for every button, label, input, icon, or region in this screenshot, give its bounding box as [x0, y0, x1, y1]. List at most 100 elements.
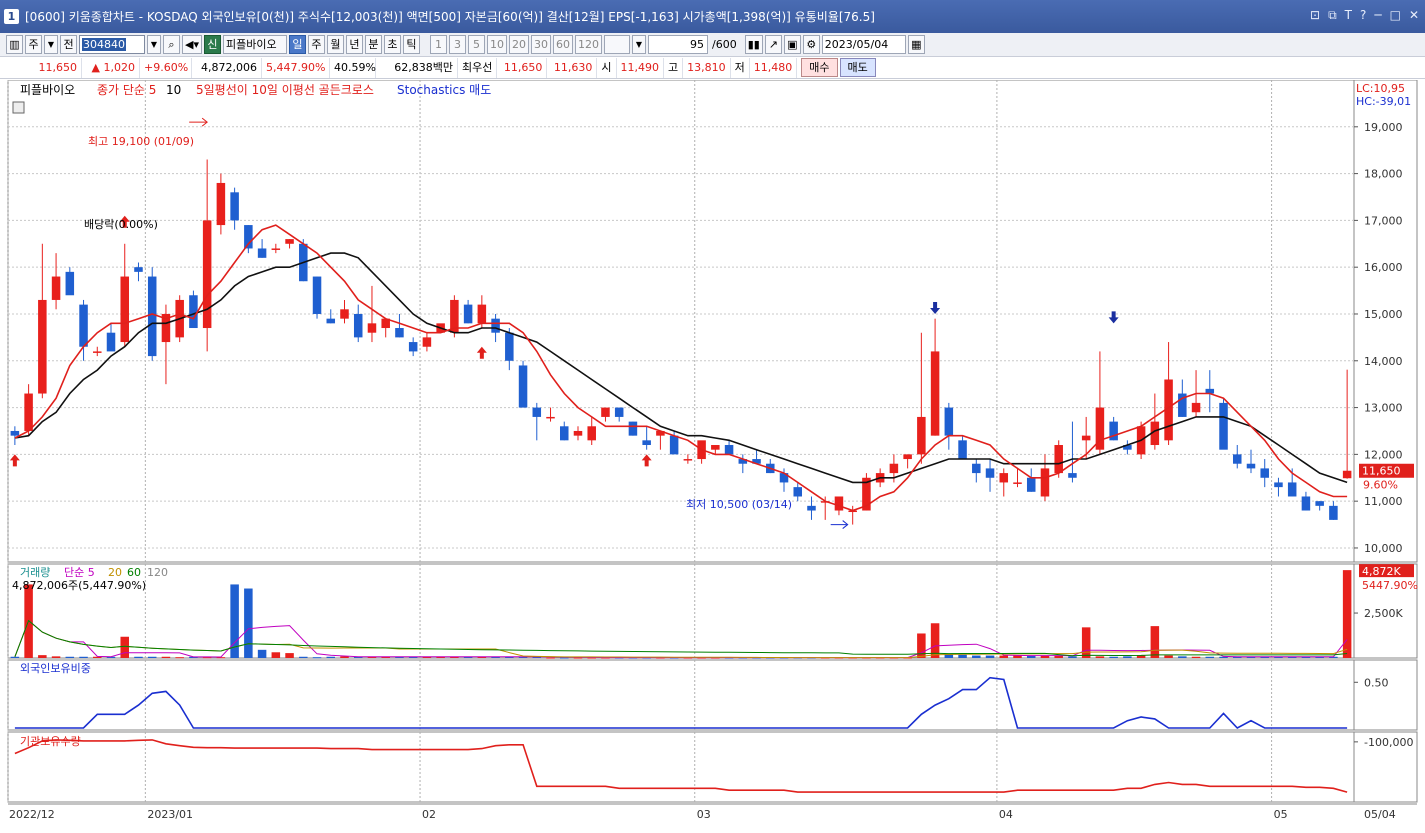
candle-body [930, 351, 940, 436]
legend-stochastics: Stochastics 매도 [397, 83, 491, 97]
candle-body [1026, 477, 1036, 492]
price-change: ▲ 1,020 [82, 57, 140, 78]
open-label: 시 [597, 57, 617, 78]
period-day-button[interactable]: 일 [288, 35, 306, 54]
data-count-total: /600 [711, 38, 737, 51]
speaker-icon[interactable]: ◀▾ [182, 35, 202, 54]
volume-bar [985, 655, 995, 658]
period-week-button[interactable]: 주 [307, 35, 325, 54]
candle-body [559, 426, 569, 441]
volume-bar [1205, 656, 1215, 658]
volume-bar [257, 649, 267, 658]
volume-last-pct: 5447.90% [1362, 579, 1418, 592]
candle-body [24, 393, 33, 431]
candle-body [1068, 473, 1077, 478]
calendar-icon[interactable]: ▦ [907, 35, 925, 54]
candle-body [711, 445, 720, 450]
close-icon[interactable]: ✕ [1409, 8, 1419, 23]
buy-button[interactable]: 매수 [801, 58, 838, 77]
interval-dropdown-icon[interactable]: ▼ [631, 35, 646, 54]
period-main-select[interactable]: 주 [25, 35, 42, 54]
lc-label: LC:10,95 [1356, 82, 1405, 95]
interval-60-button[interactable]: 60 [552, 35, 573, 54]
candle-body [958, 440, 967, 460]
candle-body [408, 342, 418, 352]
interval-1-button[interactable]: 1 [429, 35, 447, 54]
code-dropdown-icon[interactable]: ▼ [147, 35, 161, 54]
period-year-button[interactable]: 년 [345, 35, 363, 54]
save-icon[interactable]: ▣ [783, 35, 801, 54]
price-tick-label: 18,000 [1364, 168, 1403, 181]
minimize-icon[interactable]: ─ [1374, 8, 1381, 23]
window-number-badge: 1 [4, 9, 19, 24]
period-month-button[interactable]: 월 [326, 35, 344, 54]
font-icon[interactable]: T [1345, 8, 1352, 23]
candle-body [1191, 402, 1201, 413]
interval-3-button[interactable]: 3 [448, 35, 466, 54]
candle-body [93, 351, 102, 353]
high-label: 고 [664, 57, 684, 78]
interval-custom-input[interactable] [603, 35, 630, 54]
stock-code-input[interactable]: 304840 [79, 35, 145, 54]
volume-bar [147, 656, 157, 658]
gear-icon[interactable]: ⚙ [802, 35, 820, 54]
volume-bar [299, 656, 308, 658]
layout-icon[interactable]: ⊡ [1310, 8, 1320, 23]
candle-body [999, 473, 1009, 483]
candle-body [573, 430, 583, 436]
period-second-button[interactable]: 초 [383, 35, 401, 54]
draw-tool-icon[interactable]: ↗ [764, 35, 782, 54]
interval-10-button[interactable]: 10 [486, 35, 507, 54]
candle-type-icon[interactable]: ▮▮ [744, 35, 763, 54]
period-tick-button[interactable]: 틱 [402, 35, 420, 54]
data-count-input[interactable]: 95 [647, 35, 708, 54]
market-all-button[interactable]: 전 [60, 35, 77, 54]
x-axis-label: 02 [422, 808, 436, 821]
candle-body [230, 192, 239, 221]
grid-toggle-icon[interactable] [12, 101, 25, 114]
candle-body [917, 416, 926, 455]
volume-bar [1068, 656, 1077, 658]
interval-30-button[interactable]: 30 [530, 35, 551, 54]
interval-5-button[interactable]: 5 [467, 35, 485, 54]
title-bar: 1 [0600] 키움종합차트 - KOSDAQ 외국인보유[0(천)] 주식수… [0, 0, 1425, 33]
candle-body [326, 318, 336, 324]
price-tick-label: 17,000 [1364, 214, 1403, 227]
interval-120-button[interactable]: 120 [574, 35, 602, 54]
candle-body [532, 407, 542, 417]
help-icon[interactable]: ? [1360, 8, 1366, 23]
open-price: 11,490 [617, 57, 664, 78]
volume-bar [175, 657, 184, 659]
chevron-down-icon[interactable]: ▼ [44, 35, 58, 54]
sell-button[interactable]: 매도 [839, 58, 876, 77]
chart-settings-icon[interactable]: ▥ [6, 35, 23, 54]
period-minute-button[interactable]: 분 [364, 35, 382, 54]
candle-body [1260, 468, 1269, 478]
candle-body [134, 267, 143, 272]
volume-bar [958, 654, 967, 658]
candle-body [614, 407, 624, 417]
volume-bar [1123, 656, 1132, 658]
candle-body [422, 337, 432, 347]
foreign-panel-label: 외국인보유비중 [20, 662, 91, 675]
maximize-icon[interactable]: □ [1390, 8, 1401, 23]
volume-value: 4,872,006 [192, 57, 262, 78]
dividend-annotation: 배당락(0.00%) [84, 218, 158, 231]
interval-20-button[interactable]: 20 [508, 35, 529, 54]
clone-window-icon[interactable]: ⧉ [1328, 8, 1337, 23]
candle-body [1315, 501, 1324, 506]
candle-body [669, 435, 679, 455]
candle-body [216, 182, 226, 226]
company-name-field[interactable]: 피플바이오 [222, 35, 287, 54]
date-input[interactable]: 2023/05/04 [821, 35, 906, 54]
stock-chart: 피플바이오 종가 단순 5 10 5일평선이 10일 이평선 골든크로스 Sto… [7, 79, 1418, 821]
legend-signal: 5일평선이 10일 이평선 골든크로스 [196, 83, 374, 97]
high-price: 13,810 [683, 57, 731, 78]
search-icon[interactable]: ⌕ [163, 35, 180, 54]
legend-sma-value: 10 [166, 83, 181, 97]
institution-tick-label: -100,000 [1364, 736, 1413, 749]
candle-body [518, 365, 528, 408]
volume-legend-value: 4,872,006주(5,447.90%) [12, 579, 146, 592]
volume-bar [38, 655, 47, 658]
candle-body [642, 440, 651, 446]
